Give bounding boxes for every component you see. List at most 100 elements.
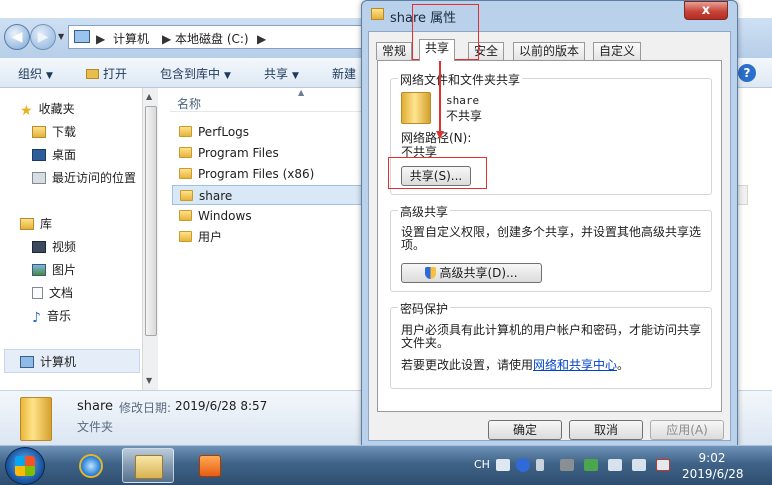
tab-general[interactable]: 常规 (376, 42, 413, 60)
tab-customize[interactable]: 自定义 (593, 42, 642, 60)
organize-menu[interactable]: 组织 ▼ (18, 65, 53, 82)
file-row[interactable]: Windows (172, 206, 362, 226)
breadcrumb-local-disk[interactable]: 本地磁盘 (C:) (175, 30, 249, 47)
share-status: 不共享 (446, 109, 483, 123)
taskbar-windows-explorer[interactable] (122, 448, 174, 483)
computer-icon (20, 356, 34, 368)
change-setting-text: 若要更改此设置，请使用网络和共享中心。 (401, 356, 629, 373)
back-arrow-icon: ◀ (11, 29, 23, 45)
file-row[interactable]: PerfLogs (172, 122, 362, 142)
network-icon[interactable] (608, 459, 622, 471)
volume-icon[interactable] (632, 459, 646, 471)
vm-tools-icon[interactable] (560, 459, 574, 471)
navigation-scrollbar[interactable]: ▲ ▼ (142, 88, 158, 390)
tab-sharing[interactable]: 共享 (419, 39, 456, 61)
cancel-button[interactable]: 取消 (569, 420, 643, 440)
column-header-name[interactable]: 名称 ▲ (170, 88, 365, 112)
file-name: 用户 (198, 230, 223, 244)
input-language-indicator[interactable]: CH (474, 458, 490, 471)
taskbar-media-player[interactable] (184, 448, 236, 483)
advanced-sharing-description-cont: 项。 (401, 238, 426, 252)
start-button[interactable] (5, 447, 45, 485)
sidebar-item-libraries[interactable]: 库 (20, 214, 52, 234)
sidebar-item-label: 库 (40, 217, 53, 231)
share-menu[interactable]: 共享 ▼ (264, 65, 299, 82)
file-name: Windows (198, 209, 252, 223)
close-button[interactable]: x (684, 1, 728, 20)
advanced-sharing-title: 高级共享 (398, 203, 451, 220)
sidebar-item-desktop[interactable]: 桌面 (32, 145, 76, 165)
breadcrumb-separator-icon[interactable]: ▶ (96, 32, 105, 46)
action-center-icon[interactable] (656, 459, 670, 471)
file-row[interactable]: 用户 (172, 227, 362, 247)
uac-shield-icon (425, 267, 437, 279)
sidebar-item-music[interactable]: ♪ 音乐 (32, 306, 71, 326)
breadcrumb-separator-icon[interactable]: ▶ (162, 32, 171, 46)
file-name: Program Files (198, 146, 279, 160)
advanced-sharing-button[interactable]: 高级共享(D)... (401, 263, 542, 283)
pictures-icon (32, 264, 46, 276)
sidebar-item-label: 文档 (49, 286, 74, 300)
annotation-arrow-line (439, 60, 441, 131)
sidebar-item-label: 最近访问的位置 (52, 171, 137, 185)
taskbar-internet-explorer[interactable] (64, 448, 116, 483)
chevron-down-icon: ▼ (46, 71, 53, 81)
scroll-up-icon[interactable]: ▲ (146, 92, 152, 101)
sidebar-item-videos[interactable]: 视频 (32, 237, 76, 257)
organize-label: 组织 (18, 67, 43, 81)
folder-open-icon (86, 69, 99, 79)
apply-button[interactable]: 应用(A) (650, 420, 724, 440)
dialog-body: 常规 共享 安全 以前的版本 自定义 网络文件和文件夹共享 share 不共享 … (368, 31, 731, 441)
scroll-down-icon[interactable]: ▼ (146, 376, 152, 385)
properties-dialog: share 属性 x 常规 共享 安全 以前的版本 自定义 网络文件和文件夹共享… (361, 0, 738, 446)
sidebar-item-favorites[interactable]: ★ 收藏夹 (20, 99, 75, 119)
network-sharing-center-link[interactable]: 网络和共享中心 (533, 358, 617, 372)
breadcrumb-computer[interactable]: 计算机 (113, 30, 149, 47)
change-setting-prefix: 若要更改此设置，请使用 (401, 358, 534, 372)
media-player-icon (199, 455, 221, 477)
help-icon[interactable] (516, 458, 530, 472)
sort-ascending-icon: ▲ (298, 88, 305, 97)
file-name: share (199, 189, 233, 203)
address-bar[interactable]: ▶ 计算机 ▶ 本地磁盘 (C:) ▶ (68, 25, 368, 49)
forward-button[interactable]: ▶ (30, 24, 56, 50)
video-icon (32, 241, 46, 253)
annotation-highlight-box (388, 157, 487, 189)
sidebar-item-computer[interactable]: 计算机 (20, 352, 76, 372)
sidebar-item-label: 音乐 (46, 309, 71, 323)
file-row[interactable]: Program Files (x86) (172, 164, 362, 184)
windows-logo-icon (15, 456, 35, 476)
ime-options-icon[interactable] (536, 459, 544, 471)
help-icon[interactable]: ? (738, 64, 756, 82)
tab-previous-versions[interactable]: 以前的版本 (513, 42, 586, 60)
folder-icon (371, 8, 384, 20)
folder-icon (179, 231, 192, 242)
clock[interactable]: 9:02 2019/6/28 (682, 450, 744, 482)
navigation-pane: ★ 收藏夹 下载 桌面 最近访问的位置 库 视频 图片 文档 ♪ 音乐 计算机 (0, 88, 142, 388)
back-button[interactable]: ◀ (4, 24, 30, 50)
open-button[interactable]: 打开 (86, 65, 127, 82)
music-note-icon: ♪ (32, 310, 41, 326)
folder-icon (179, 147, 192, 158)
file-row[interactable]: Program Files (172, 143, 362, 163)
sidebar-item-pictures[interactable]: 图片 (32, 260, 76, 280)
folder-icon (179, 126, 192, 137)
column-name-label: 名称 (177, 97, 202, 111)
system-tray: CH 9:02 2019/6/28 (470, 446, 772, 485)
sidebar-item-recent-places[interactable]: 最近访问的位置 (32, 168, 136, 188)
scrollbar-thumb[interactable] (145, 106, 157, 336)
security-icon[interactable] (584, 459, 598, 471)
new-folder-button[interactable]: 新建 (332, 65, 356, 82)
documents-icon (32, 287, 43, 299)
breadcrumb-separator-icon[interactable]: ▶ (257, 32, 266, 46)
sidebar-item-label: 计算机 (40, 355, 77, 369)
sharing-tab-page: 网络文件和文件夹共享 share 不共享 网络路径(N): 不共享 共享(S).… (377, 60, 722, 412)
file-row-selected[interactable]: share (172, 185, 362, 205)
sidebar-item-documents[interactable]: 文档 (32, 283, 73, 303)
forward-arrow-icon: ▶ (37, 29, 49, 45)
recent-pages-dropdown-icon[interactable]: ▼ (58, 32, 64, 41)
ok-button[interactable]: 确定 (488, 420, 562, 440)
sidebar-item-downloads[interactable]: 下载 (32, 122, 76, 142)
keyboard-icon[interactable] (496, 459, 510, 471)
include-in-library-menu[interactable]: 包含到库中 ▼ (160, 65, 231, 82)
